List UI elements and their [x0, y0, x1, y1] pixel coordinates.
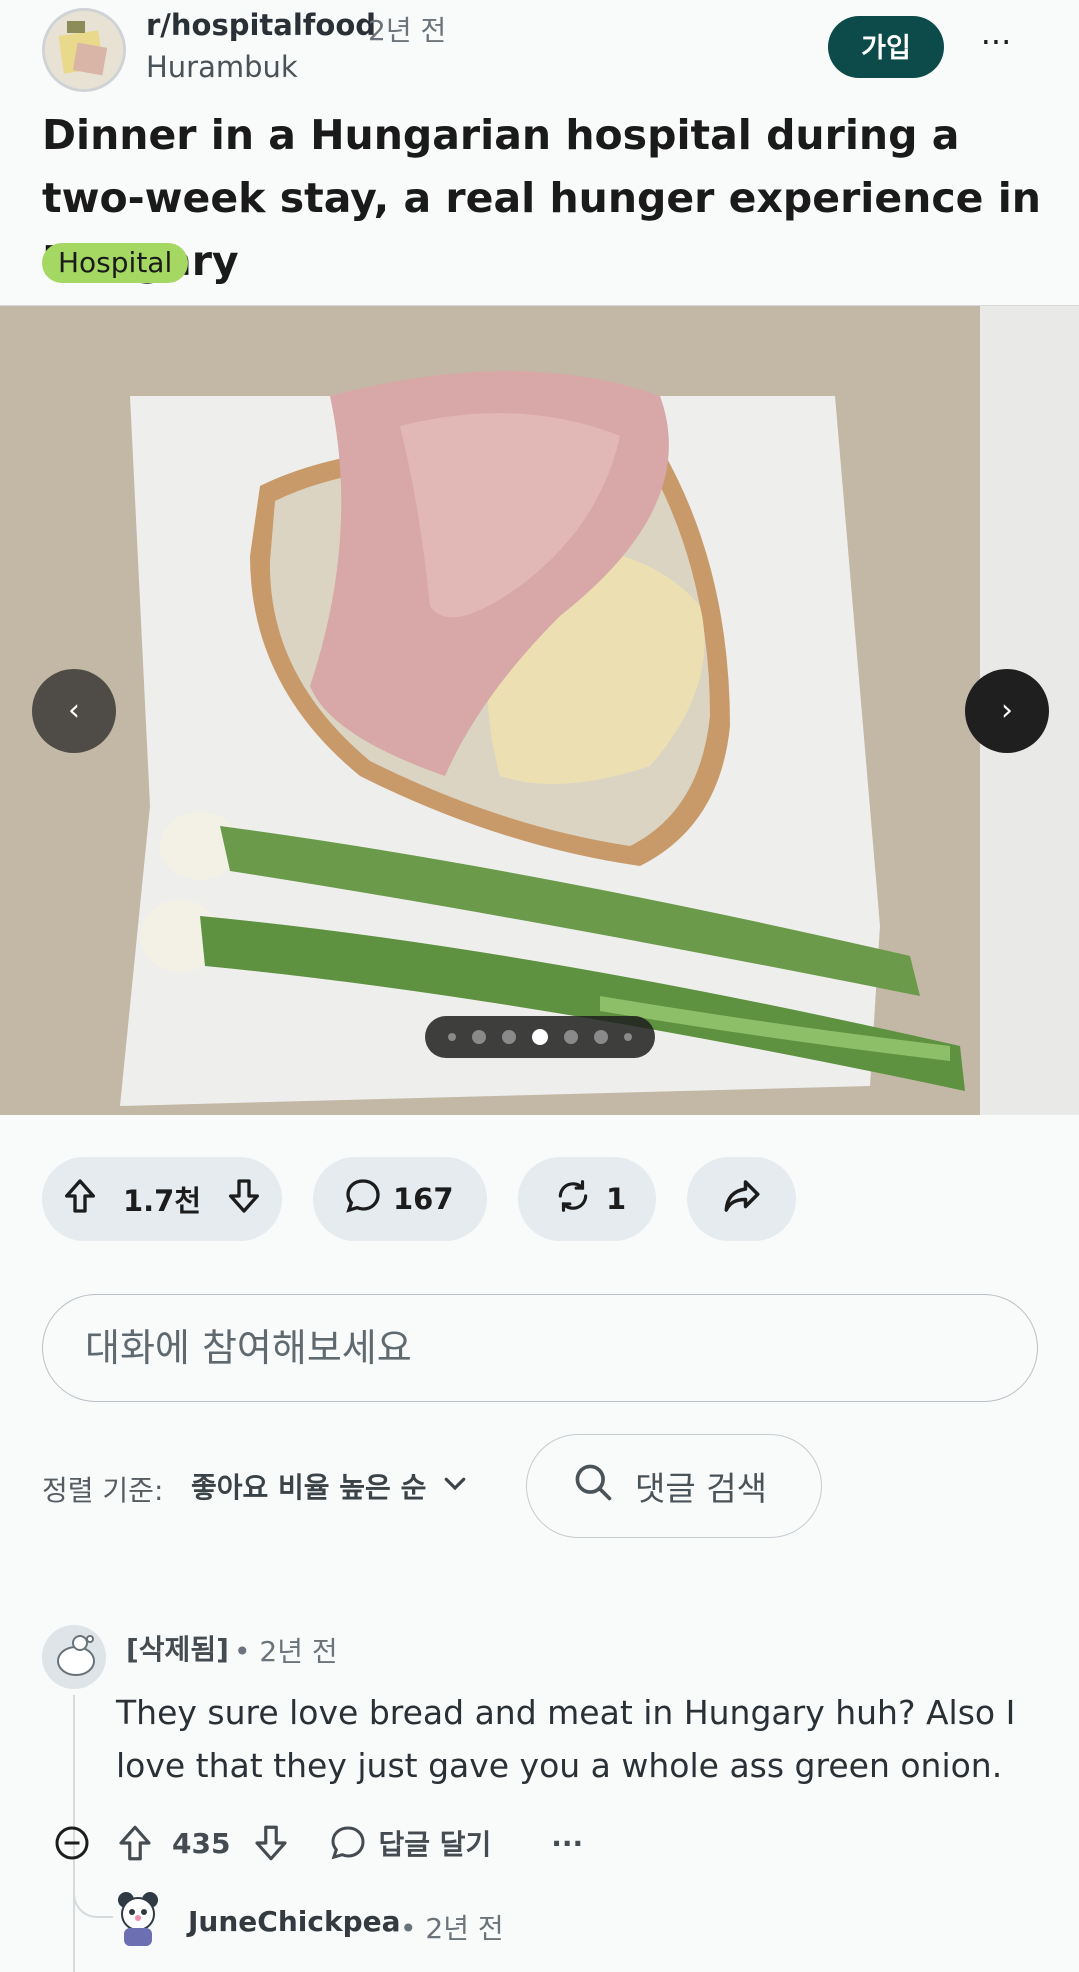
comment-search-button[interactable]: 댓글 검색 [526, 1434, 822, 1538]
reply-thread-connector [73, 1880, 113, 1918]
chevron-down-icon [440, 1468, 470, 1505]
comment-body: They sure love bread and meat in Hungary… [116, 1693, 1016, 1785]
repost-icon [554, 1177, 592, 1222]
post-time: 2년 전 [368, 14, 447, 47]
comment-vote-count: 435 [172, 1826, 231, 1860]
carousel-dot [502, 1030, 516, 1044]
reply-icon [328, 1823, 368, 1863]
sort-value: 좋아요 비율 높은 순 [191, 1471, 427, 1504]
reply-author: JuneChickpea [188, 1905, 401, 1938]
comment-avatar [42, 1625, 106, 1689]
comment-author: [삭제됨] [126, 1633, 229, 1666]
post-image[interactable] [0, 305, 1079, 1115]
share-button[interactable] [687, 1157, 796, 1241]
comment-count: 167 [393, 1182, 454, 1216]
previous-image-button[interactable]: ‹ [32, 669, 116, 753]
vote-control: 1.7천 [42, 1157, 282, 1241]
comment-more-icon[interactable]: ··· [551, 1827, 583, 1860]
carousel-indicator [425, 1016, 655, 1058]
vote-count: 1.7천 [122, 1184, 202, 1218]
reply-avatar [110, 1888, 166, 1948]
downvote-icon[interactable] [224, 1176, 264, 1223]
comment-upvote-icon[interactable] [114, 1822, 156, 1864]
reply-label: 답글 달기 [378, 1828, 492, 1861]
carousel-dot [624, 1033, 632, 1041]
comments-button[interactable]: 167 [313, 1157, 487, 1241]
reply-time: • 2년 전 [400, 1912, 504, 1945]
comment-downvote-icon[interactable] [250, 1822, 292, 1864]
post-flair[interactable]: Hospital [42, 243, 189, 283]
comment-time: • 2년 전 [234, 1635, 338, 1668]
search-icon [571, 1460, 615, 1512]
carousel-dot [564, 1030, 578, 1044]
share-icon [721, 1175, 763, 1224]
reply-button[interactable]: 답글 달기 [328, 1823, 491, 1863]
upvote-icon[interactable] [60, 1176, 100, 1223]
repost-button[interactable]: 1 [518, 1157, 656, 1241]
more-options-icon[interactable]: ··· [970, 22, 1022, 74]
carousel-dot [594, 1030, 608, 1044]
subreddit-name[interactable]: r/hospitalfood [146, 8, 376, 42]
comment-input[interactable] [42, 1294, 1038, 1402]
post-title: Dinner in a Hungarian hospital during a … [42, 111, 1041, 285]
comment-icon [343, 1176, 383, 1223]
sort-dropdown[interactable]: 좋아요 비율 높은 순 [191, 1466, 470, 1506]
carousel-dot [472, 1030, 486, 1044]
comment-actions: 435 답글 달기 ··· [52, 1818, 583, 1868]
subreddit-avatar[interactable] [42, 8, 126, 92]
next-image-button[interactable]: › [965, 669, 1049, 753]
join-button[interactable]: 가입 [828, 16, 944, 78]
sort-label: 정렬 기준: [42, 1474, 164, 1507]
post-author[interactable]: Hurambuk [146, 50, 298, 84]
comment-search-label: 댓글 검색 [635, 1469, 767, 1508]
collapse-icon[interactable] [52, 1823, 92, 1863]
repost-count: 1 [606, 1182, 627, 1216]
carousel-dot [448, 1033, 456, 1041]
carousel-dot-active [532, 1029, 548, 1045]
